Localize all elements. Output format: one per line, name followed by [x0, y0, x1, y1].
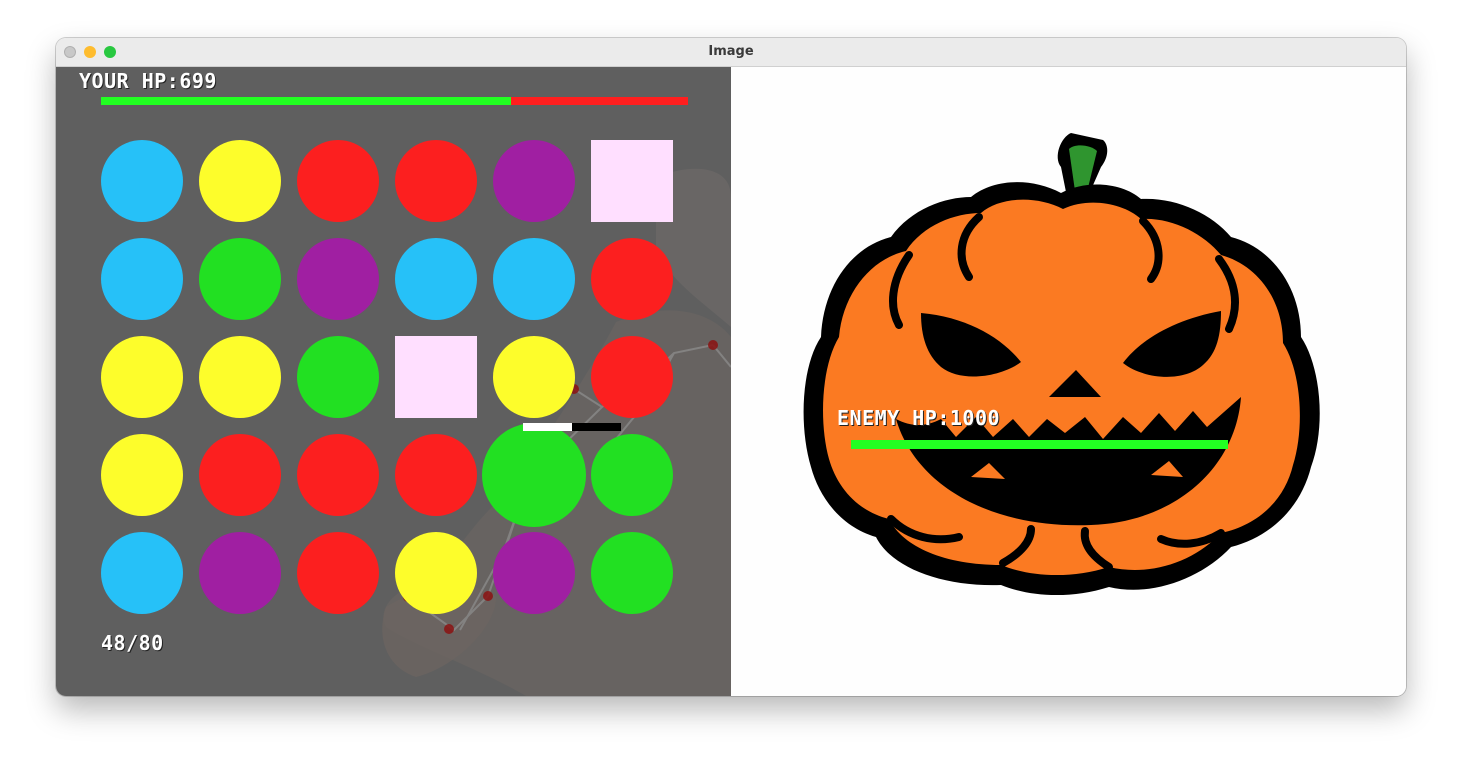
selection-hold-progress [523, 423, 621, 431]
orb-red[interactable] [297, 140, 379, 222]
orb-red[interactable] [199, 434, 281, 516]
orb-purple[interactable] [297, 238, 379, 320]
orb-blue[interactable] [395, 238, 477, 320]
orb-blue[interactable] [101, 140, 183, 222]
player-hp-bar-fill [101, 97, 512, 105]
orb-blue[interactable] [101, 238, 183, 320]
jack-o-lantern-icon [803, 133, 1320, 596]
orb-green[interactable] [591, 532, 673, 614]
orb-red[interactable] [297, 434, 379, 516]
orb-yellow[interactable] [199, 336, 281, 418]
orb-blue[interactable] [101, 532, 183, 614]
orb-green[interactable] [199, 238, 281, 320]
enemy-pane: ENEMY HP:1000 [731, 67, 1406, 696]
puzzle-pane[interactable]: YOUR HP:699 48/80 [56, 67, 731, 696]
orb-yellow[interactable] [101, 336, 183, 418]
orb-red[interactable] [395, 434, 477, 516]
window-title: Image [708, 44, 754, 59]
orb-green[interactable] [591, 434, 673, 516]
orb-red[interactable] [591, 238, 673, 320]
orb-yellow[interactable] [395, 532, 477, 614]
orb-purple[interactable] [493, 140, 575, 222]
heal-block[interactable] [591, 140, 673, 222]
orb-yellow[interactable] [493, 336, 575, 418]
orb-green[interactable] [297, 336, 379, 418]
player-hp-bar [101, 97, 688, 105]
orb-yellow[interactable] [101, 434, 183, 516]
app-window: Image YOUR HP:699 48/80 ENEMY HP:1000 [56, 38, 1406, 696]
orb-yellow[interactable] [199, 140, 281, 222]
move-counter: 48/80 [101, 631, 164, 655]
enemy-hp-label: ENEMY HP:1000 [837, 406, 1001, 430]
orb-red[interactable] [591, 336, 673, 418]
orb-red[interactable] [395, 140, 477, 222]
orb-purple[interactable] [493, 532, 575, 614]
player-hp-label: YOUR HP:699 [79, 69, 217, 93]
title-bar: Image [56, 38, 1406, 67]
enemy-hp-bar [851, 440, 1228, 449]
orb-purple[interactable] [199, 532, 281, 614]
game-canvas: YOUR HP:699 48/80 ENEMY HP:1000 [56, 67, 1406, 696]
selection-hold-progress-fill [523, 423, 572, 431]
heal-block[interactable] [395, 336, 477, 418]
enemy-hp-bar-fill [851, 440, 1228, 449]
orb-blue[interactable] [493, 238, 575, 320]
orb-red[interactable] [297, 532, 379, 614]
orb-green-selected[interactable] [482, 423, 586, 527]
